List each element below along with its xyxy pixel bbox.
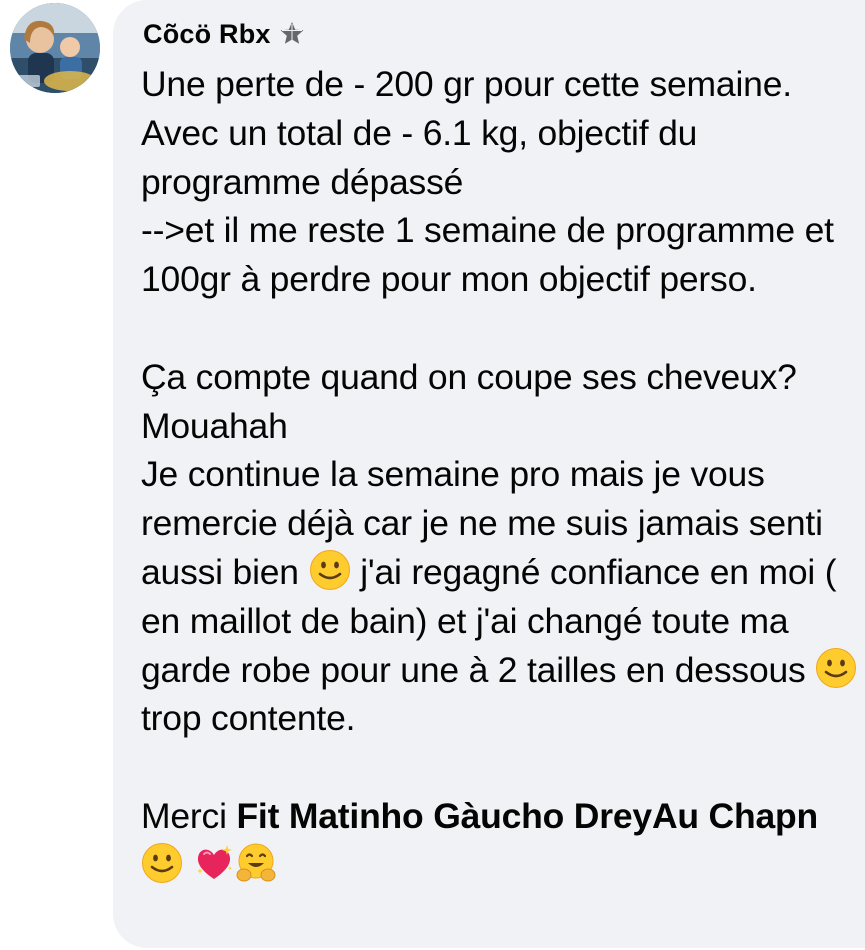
comment-paragraph-3-part-3: trop contente. <box>141 698 356 739</box>
thanks-prefix: Merci <box>141 795 237 836</box>
top-fan-star-badge-icon[interactable] <box>279 21 305 47</box>
comment-paragraph-3: Je continue la semaine pro mais je vous … <box>141 450 861 743</box>
comment-author-row: Cõcö Rbx <box>143 14 305 54</box>
sparkling-heart-icon <box>196 844 232 879</box>
author-avatar[interactable] <box>10 3 100 93</box>
comment-thanks: Merci Fit Matinho Gàucho DreyAu Chapn <box>141 792 861 890</box>
slightly-smiling-face-icon <box>309 549 350 590</box>
avatar-photo <box>10 3 100 93</box>
hugging-face-icon <box>236 843 276 882</box>
comment-body: Une perte de - 200 gr pour cette semaine… <box>141 60 861 890</box>
comment-paragraph-2: Ça compte quand on coupe ses cheveux? Mo… <box>141 356 797 446</box>
mention-link[interactable]: Fit Matinho Gàucho DreyAu Chapn <box>236 796 818 836</box>
slightly-smiling-face-icon <box>142 842 182 883</box>
slightly-smiling-face-icon <box>816 647 857 688</box>
comment-author-name[interactable]: Cõcö Rbx <box>143 19 271 50</box>
comment-paragraph-1: Une perte de - 200 gr pour cette semaine… <box>141 64 834 300</box>
